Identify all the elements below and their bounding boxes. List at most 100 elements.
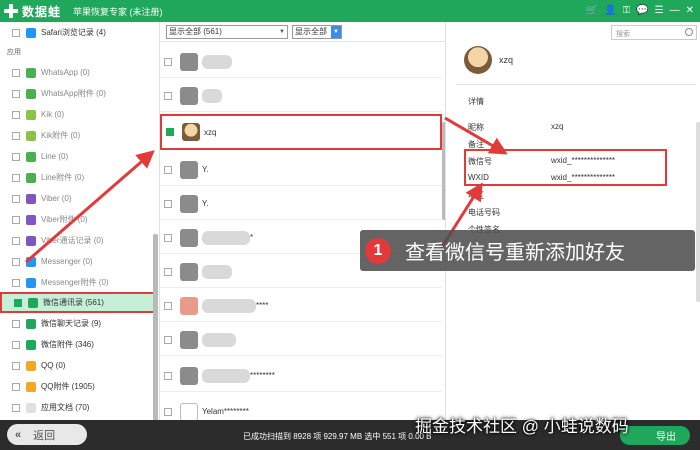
export-button[interactable]: 导出: [620, 426, 690, 445]
sidebar-checkbox[interactable]: [12, 131, 20, 140]
contact-row[interactable]: ****: [160, 290, 442, 322]
contact-avatar: [464, 46, 492, 74]
sidebar-checkbox[interactable]: [12, 403, 20, 412]
contact-checkbox[interactable]: [164, 57, 172, 66]
sidebar-checkbox[interactable]: [12, 340, 20, 349]
sidebar-checkbox[interactable]: [12, 68, 20, 77]
sidebar-item[interactable]: QQ附件 (1905): [0, 376, 156, 397]
app-subtitle: 苹果恢复专家 (未注册): [73, 6, 163, 17]
sidebar-checkbox[interactable]: [12, 319, 20, 328]
sidebar-item[interactable]: WhatsApp (0): [0, 62, 156, 83]
detail-scrollbar[interactable]: [696, 122, 700, 302]
contact-checkbox[interactable]: [164, 371, 172, 380]
sidebar-item[interactable]: Kik附件 (0): [0, 125, 156, 146]
sidebar-item[interactable]: 应用文档 (70): [0, 397, 156, 418]
whatsapp-attachment-icon: [26, 88, 36, 99]
sidebar-item[interactable]: Messenger (0): [0, 251, 156, 272]
cart-icon[interactable]: 🛒: [586, 6, 598, 16]
contact-row[interactable]: xzq: [160, 114, 442, 150]
wechat-chat-icon: [26, 318, 36, 329]
contact-checkbox[interactable]: [166, 128, 174, 136]
sidebar-checkbox[interactable]: [12, 278, 20, 287]
app-docs-icon: [26, 402, 36, 413]
sidebar-checkbox[interactable]: [14, 298, 22, 307]
callout-text: 查看微信号重新添加好友: [405, 242, 625, 264]
contact-checkbox[interactable]: [164, 407, 172, 416]
contact-row[interactable]: Y.: [160, 154, 442, 186]
sidebar-item[interactable]: QQ (0): [0, 355, 156, 376]
detail-field-value: xzq: [551, 122, 564, 131]
sidebar-item[interactable]: 微信附件 (346): [0, 334, 156, 355]
sidebar-checkbox[interactable]: [12, 194, 20, 203]
viber-icon: [26, 193, 36, 204]
contact-checkbox[interactable]: [164, 335, 172, 344]
sidebar-checkbox[interactable]: [12, 236, 20, 245]
sidebar-item[interactable]: 微信聊天记录 (9): [0, 313, 156, 334]
contact-row[interactable]: ********: [160, 360, 442, 392]
contact-checkbox[interactable]: [164, 233, 172, 242]
callout-number-badge: 1: [365, 237, 391, 264]
sidebar-checkbox[interactable]: [12, 257, 20, 266]
wechat-contacts-icon: [28, 297, 38, 308]
sidebar-item[interactable]: Kik (0): [0, 104, 156, 125]
contact-checkbox[interactable]: [164, 165, 172, 174]
plus-logo-icon: [4, 4, 18, 18]
contact-name: ********: [250, 371, 275, 380]
contact-checkbox[interactable]: [164, 267, 172, 276]
sidebar-checkbox[interactable]: [12, 382, 20, 391]
sidebar-item[interactable]: Line附件 (0): [0, 167, 156, 188]
sidebar-item-label: QQ附件 (1905): [41, 382, 95, 391]
sidebar-checkbox[interactable]: [12, 110, 20, 119]
sidebar-checkbox[interactable]: [12, 89, 20, 98]
contact-checkbox[interactable]: [164, 301, 172, 310]
messenger-icon: [26, 256, 36, 267]
filter-select[interactable]: 显示全部 (561) ▼: [166, 24, 288, 39]
detail-field-key: 昵称: [468, 123, 484, 132]
contact-checkbox[interactable]: [164, 199, 172, 208]
menu-icon[interactable]: ☰: [655, 6, 664, 16]
sidebar-item[interactable]: Viber附件 (0): [0, 209, 156, 230]
close-icon[interactable]: ✕: [686, 6, 694, 16]
sidebar-item-label: Viber附件 (0): [41, 215, 88, 224]
search-input[interactable]: 搜索: [611, 25, 697, 40]
sidebar-item[interactable]: WhatsApp附件 (0): [0, 83, 156, 104]
title-bar: 数据蛙 苹果恢复专家 (未注册) 🛒 👤 ⚿ 💬 ☰ — ✕: [0, 0, 700, 22]
contact-avatar: [180, 296, 198, 315]
sidebar-checkbox[interactable]: [12, 28, 20, 37]
sidebar-item-label: Viber通话记录 (0): [41, 236, 104, 245]
status-select[interactable]: 显示全部 ▼: [292, 24, 342, 39]
chat-icon[interactable]: 💬: [636, 6, 648, 16]
sidebar-scrollbar[interactable]: [153, 234, 158, 420]
sidebar-item[interactable]: Viber通话记录 (0): [0, 230, 156, 251]
sidebar-item[interactable]: Messenger附件 (0): [0, 272, 156, 293]
minimize-icon[interactable]: —: [670, 6, 680, 16]
detail-field-key: 电话号码: [468, 208, 500, 217]
sidebar-item[interactable]: 微信通讯录 (561): [0, 292, 156, 313]
sidebar-checkbox[interactable]: [12, 173, 20, 182]
sidebar-item-label: Kik (0): [41, 110, 65, 119]
sidebar-item-safari-history[interactable]: Safari浏览记录 (4): [0, 22, 156, 43]
sidebar-item-label: QQ (0): [41, 361, 66, 370]
contact-name: xzq: [204, 127, 217, 137]
contact-row[interactable]: [160, 46, 442, 78]
sidebar-item[interactable]: Viber (0): [0, 188, 156, 209]
sidebar-checkbox[interactable]: [12, 152, 20, 161]
divider: [456, 84, 696, 85]
contact-row[interactable]: Y.: [160, 188, 442, 220]
sidebar-checkbox[interactable]: [12, 215, 20, 224]
contact-row[interactable]: [160, 324, 442, 356]
filter-bar: 显示全部 (561) ▼ 显示全部 ▼: [160, 22, 445, 42]
sidebar-checkbox[interactable]: [12, 361, 20, 370]
kik-icon: [26, 109, 36, 120]
search-icon: [685, 28, 693, 36]
contact-checkbox[interactable]: [164, 91, 172, 100]
back-button[interactable]: « 返回: [7, 424, 87, 445]
user-icon[interactable]: 👤: [604, 6, 616, 16]
contact-row[interactable]: [160, 80, 442, 112]
contact-row[interactable]: Yelam********: [160, 396, 442, 420]
key-icon[interactable]: ⚿: [623, 6, 631, 16]
sidebar-item[interactable]: Line (0): [0, 146, 156, 167]
contact-name: Yelam********: [202, 407, 249, 416]
sidebar-item-label: Line附件 (0): [41, 173, 85, 182]
wechat-id-highlight-box: [464, 149, 667, 186]
